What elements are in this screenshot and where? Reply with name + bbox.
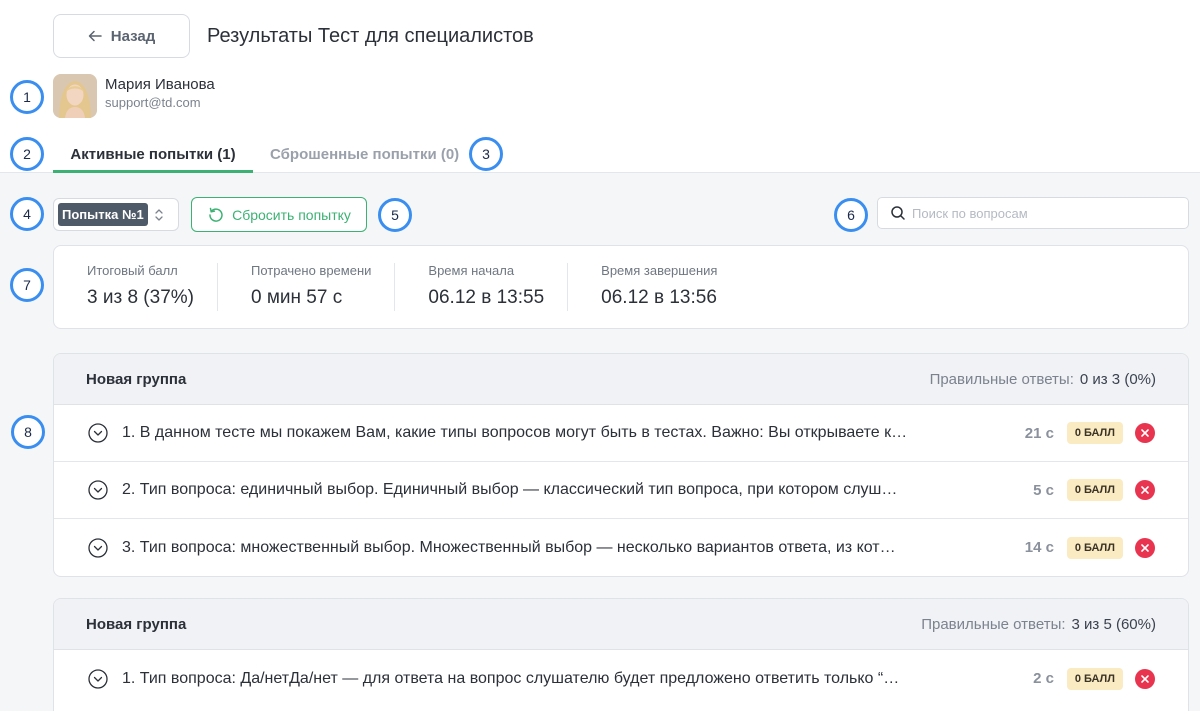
question-row[interactable]: 1. Тип вопроса: Да/нетДа/нет — для ответ… — [54, 650, 1188, 707]
attempt-select[interactable]: Попытка №1 — [53, 198, 179, 231]
stat-start-time: Время начала 06.12 в 13:55 — [395, 263, 569, 311]
question-text: 1. Тип вопроса: Да/нетДа/нет — для ответ… — [122, 669, 900, 687]
group-correct-label: Правильные ответы: — [929, 370, 1074, 388]
stat-label: Время завершения — [601, 263, 718, 278]
search-box[interactable] — [877, 197, 1189, 229]
wrong-answer-icon — [1135, 668, 1155, 689]
question-group: Новая группа Правильные ответы: 3 из 5 (6… — [53, 598, 1189, 711]
annotation-marker-8: 8 — [11, 415, 45, 449]
tab-reset-attempts[interactable]: Сброшенные попытки (0) — [270, 146, 459, 163]
score-badge: 0 БАЛЛ — [1066, 536, 1123, 559]
tab-active-attempts[interactable]: Активные попытки (1) — [53, 146, 253, 173]
back-button-label: Назад — [110, 27, 156, 45]
question-row[interactable]: 3. Тип вопроса: множественный выбор. Мно… — [54, 519, 1188, 576]
wrong-answer-icon — [1135, 423, 1155, 443]
question-time: 14 с — [1024, 539, 1054, 556]
group-correct-value: 3 из 5 (60%) — [1071, 615, 1156, 633]
reset-attempt-button[interactable]: Сбросить попытку — [191, 197, 367, 232]
annotation-marker-3: 3 — [469, 137, 503, 171]
attempt-selected-value: Попытка №1 — [58, 203, 148, 226]
select-arrows-icon — [155, 209, 163, 221]
group-title: Новая группа — [86, 370, 187, 388]
question-group: Новая группа Правильные ответы: 0 из 3 (0… — [53, 353, 1189, 577]
stats-card: Итоговый балл 3 из 8 (37%) Потрачено вре… — [53, 245, 1189, 329]
group-correct-answers: Правильные ответы: 0 из 3 (0%) — [930, 371, 1156, 388]
stat-label: Время начала — [428, 263, 515, 278]
question-row[interactable]: 1. В данном тесте мы покажем Вам, какие … — [54, 405, 1188, 462]
question-text: 3. Тип вопроса: множественный выбор. Мно… — [122, 538, 896, 556]
score-badge: 0 БАЛЛ — [1066, 479, 1123, 501]
group-header: Новая группа Правильные ответы: 3 из 5 (6… — [54, 599, 1188, 650]
stat-total-score: Итоговый балл 3 из 8 (37%) — [54, 263, 218, 311]
question-row[interactable]: 2. Тип вопроса: единичный выбор. Единичн… — [54, 462, 1188, 519]
page-title: Результаты Тест для специалистов — [207, 25, 534, 47]
chevron-down-icon[interactable] — [88, 668, 108, 689]
stat-value: 0 мин 57 с — [250, 287, 343, 308]
score-badge: 0 БАЛЛ — [1066, 667, 1123, 690]
stat-label: Итоговый балл — [87, 263, 178, 278]
chevron-down-icon[interactable] — [88, 480, 108, 500]
annotation-marker-4: 4 — [10, 197, 44, 231]
avatar-portrait-icon — [53, 74, 97, 118]
wrong-answer-icon — [1135, 537, 1155, 558]
back-button[interactable]: Назад — [53, 14, 190, 58]
group-correct-answers: Правильные ответы: 3 из 5 (60%) — [921, 616, 1156, 633]
group-correct-value: 0 из 3 (0%) — [1079, 370, 1156, 388]
reset-attempt-label: Сбросить попытку — [232, 206, 351, 223]
question-text: 1. В данном тесте мы покажем Вам, какие … — [122, 424, 908, 441]
search-input[interactable] — [912, 205, 1182, 221]
stat-value: 06.12 в 13:56 — [601, 287, 717, 308]
search-icon — [891, 206, 905, 220]
annotation-marker-1: 1 — [10, 80, 44, 114]
stat-value: 3 из 8 (37%) — [87, 287, 194, 308]
question-text: 2. Тип вопроса: единичный выбор. Единичн… — [122, 481, 898, 498]
stat-value: 06.12 в 13:55 — [428, 287, 545, 308]
stat-label: Потрачено времени — [250, 263, 372, 278]
stat-end-time: Время завершения 06.12 в 13:56 — [568, 263, 740, 311]
question-time: 2 с — [1033, 670, 1054, 687]
question-time: 21 с — [1024, 424, 1054, 442]
wrong-answer-icon — [1135, 480, 1155, 500]
reset-icon — [209, 207, 223, 222]
question-time: 5 с — [1033, 481, 1054, 499]
annotation-marker-7: 7 — [10, 268, 44, 302]
user-email: support@td.com — [105, 95, 201, 110]
avatar — [53, 74, 97, 118]
annotation-marker-2: 2 — [10, 137, 44, 171]
stat-time-spent: Потрачено времени 0 мин 57 с — [218, 263, 396, 311]
chevron-down-icon[interactable] — [88, 537, 108, 558]
annotation-marker-5: 5 — [378, 198, 412, 232]
group-header: Новая группа Правильные ответы: 0 из 3 (0… — [54, 354, 1188, 405]
group-correct-label: Правильные ответы: — [921, 615, 1066, 633]
chevron-down-icon[interactable] — [88, 423, 108, 443]
arrow-left-icon — [88, 30, 102, 42]
score-badge: 0 БАЛЛ — [1066, 422, 1123, 444]
annotation-marker-6: 6 — [834, 198, 868, 232]
group-title: Новая группа — [86, 615, 187, 633]
user-name: Мария Иванова — [105, 76, 215, 93]
